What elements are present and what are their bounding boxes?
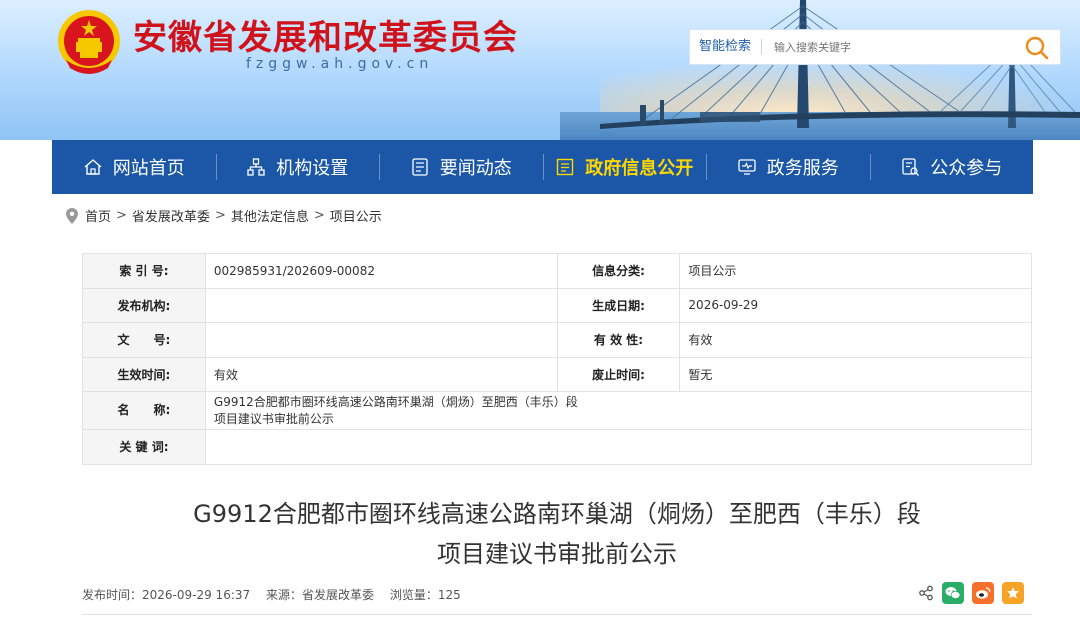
site-header: 安徽省发展和改革委员会 fzggw.ah.gov.cn 智能检索	[0, 0, 1080, 140]
breadcrumb-separator: >	[116, 208, 127, 223]
index-label: 索 引 号:	[82, 253, 206, 289]
breadcrumb: 首页 > 省发展改革委 > 其他法定信息 > 项目公示	[66, 206, 382, 225]
search-box: 智能检索	[689, 29, 1061, 65]
date-value: 2026-09-29	[679, 287, 1032, 323]
info-board-icon	[557, 158, 574, 176]
article-title-line1: G9912合肥都市圈环线高速公路南环巢湖（烔炀）至肥西（丰乐）段	[193, 500, 921, 528]
site-title: 安徽省发展和改革委员会	[133, 18, 518, 58]
main-nav: 网站首页 机构设置 要闻动态 政府信息公开 政务服务 公众参与	[52, 140, 1033, 194]
keywords-label: 关 键 词:	[82, 429, 206, 465]
nav-label: 要闻动态	[439, 158, 512, 179]
nav-label: 机构设置	[276, 158, 349, 179]
view-count: 浏览量：125	[389, 588, 461, 602]
date-label: 生成日期:	[556, 287, 681, 323]
breadcrumb-home[interactable]: 首页	[85, 206, 111, 225]
smart-search-label[interactable]: 智能检索	[690, 39, 763, 55]
share-bar	[918, 582, 1024, 604]
name-value-line1: G9912合肥都市圈环线高速公路南环巢湖（烔炀）至肥西（丰乐）段	[213, 394, 578, 409]
nav-label: 政府信息公开	[585, 158, 694, 179]
meta-divider	[82, 614, 1032, 615]
nav-item-participation[interactable]: 公众参与	[869, 140, 1034, 194]
nav-label: 网站首页	[112, 158, 185, 179]
favorite-icon[interactable]	[1002, 582, 1024, 604]
validity-value: 有效	[679, 322, 1032, 358]
table-row: 索 引 号: 002985931/202609-00082 信息分类: 项目公示	[82, 253, 1032, 289]
wechat-glyph	[945, 587, 961, 599]
docno-label: 文 号:	[82, 322, 206, 358]
index-value: 002985931/202609-00082	[204, 253, 558, 289]
category-label: 信息分类:	[556, 253, 681, 289]
org-chart-icon	[247, 158, 265, 176]
article-meta: 发布时间：2026-09-29 16:37 来源：省发展改革委 浏览量：125	[82, 586, 473, 603]
article-title: G9912合肥都市圈环线高速公路南环巢湖（烔炀）至肥西（丰乐）段 项目建议书审批…	[82, 494, 1032, 574]
document-info-table: 索 引 号: 002985931/202609-00082 信息分类: 项目公示…	[82, 253, 1033, 465]
breadcrumb-other-info[interactable]: 其他法定信息	[231, 206, 309, 225]
nav-item-services[interactable]: 政务服务	[706, 140, 870, 194]
search-icon[interactable]	[1024, 35, 1050, 61]
breadcrumb-project-notice[interactable]: 项目公示	[330, 206, 382, 225]
effective-value: 有效	[204, 356, 558, 392]
breadcrumb-separator: >	[214, 208, 226, 223]
participation-icon	[902, 158, 920, 176]
table-row: 发布机构: 生成日期: 2026-09-29	[82, 287, 1032, 323]
table-row: 名 称: G9912合肥都市圈环线高速公路南环巢湖（烔炀）至肥西（丰乐）段 项目…	[82, 391, 1033, 430]
validity-label: 有 效 性:	[556, 322, 681, 358]
nav-item-organization[interactable]: 机构设置	[215, 140, 380, 194]
abolish-label: 废止时间:	[556, 356, 681, 392]
name-value-line2: 项目建议书审批前公示	[213, 411, 334, 426]
category-value: 项目公示	[679, 253, 1032, 289]
article-title-line2: 项目建议书审批前公示	[437, 540, 677, 568]
monitor-icon	[738, 159, 756, 175]
news-icon	[412, 158, 428, 176]
national-emblem-logo	[58, 10, 120, 74]
effective-label: 生效时间:	[82, 356, 206, 392]
keywords-value	[204, 429, 1033, 465]
search-input[interactable]	[762, 32, 1013, 62]
article-source: 来源：省发展改革委	[265, 588, 374, 602]
site-domain: fzggw.ah.gov.cn	[246, 56, 434, 72]
publisher-label: 发布机构:	[82, 287, 206, 323]
docno-value	[204, 322, 558, 358]
weibo-icon[interactable]	[972, 582, 994, 604]
wechat-icon[interactable]	[942, 582, 964, 604]
weibo-glyph	[976, 587, 991, 599]
breadcrumb-separator: >	[313, 208, 325, 223]
table-row: 关 键 词:	[82, 429, 1033, 465]
table-row: 文 号: 有 效 性: 有效	[82, 322, 1032, 358]
name-value: G9912合肥都市圈环线高速公路南环巢湖（烔炀）至肥西（丰乐）段 项目建议书审批…	[204, 391, 1033, 430]
home-icon	[84, 159, 102, 175]
nav-label: 公众参与	[930, 158, 1003, 179]
nav-item-news[interactable]: 要闻动态	[379, 140, 543, 194]
share-icon[interactable]	[918, 585, 934, 601]
star-glyph	[1007, 587, 1019, 599]
publisher-value	[204, 287, 558, 323]
abolish-value: 暂无	[679, 356, 1032, 392]
table-row: 生效时间: 有效 废止时间: 暂无	[82, 356, 1032, 392]
nav-item-gov-info[interactable]: 政府信息公开	[542, 140, 707, 194]
breadcrumb-commission[interactable]: 省发展改革委	[132, 206, 210, 225]
location-pin-icon	[66, 207, 78, 224]
publish-time: 发布时间：2026-09-29 16:37	[82, 588, 251, 602]
nav-item-home[interactable]: 网站首页	[52, 140, 216, 194]
name-label: 名 称:	[82, 391, 206, 430]
nav-label: 政务服务	[766, 158, 839, 179]
